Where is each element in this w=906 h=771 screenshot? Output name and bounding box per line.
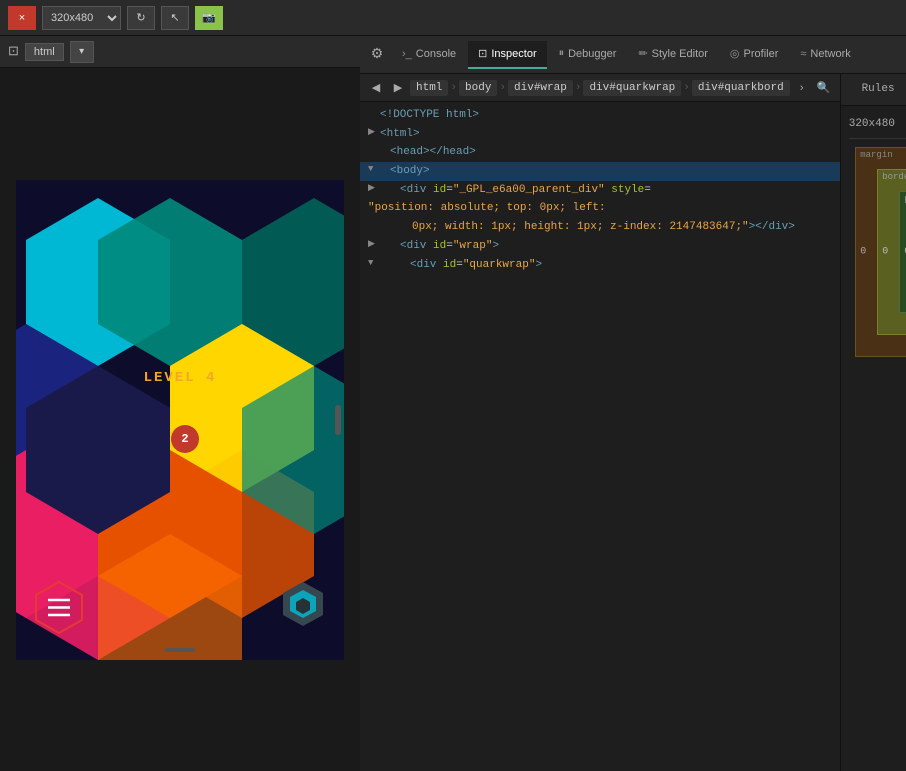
breadcrumb-search[interactable]: 🔍 [814,78,834,98]
margin-label: margin [860,150,892,160]
tab-console[interactable]: ›_ Console [392,41,466,69]
profiler-icon: ◎ [730,47,740,60]
arrow-gpl-cont [368,218,380,233]
boxmodel-visual: 0 0 0 0 margin border 0 0 0 0 [855,147,906,357]
tab-style-editor[interactable]: ✏ Style Editor [628,41,717,69]
logo-hex [281,580,326,635]
element-info: 320x480 static [849,114,906,139]
source-line-head[interactable]: <head></head> [360,143,840,162]
debugger-icon: ⏸ [559,47,565,60]
source-scroll-wrap[interactable]: <!DOCTYPE html> ▶ <html> <head></head> [360,102,840,771]
tab-profiler[interactable]: ◎ Profiler [720,41,788,69]
devtools-area: ⚙ ›_ Console ⊡ Inspector ⏸ Debugger ✏ St… [360,36,906,771]
game-canvas: LEVEL 4 2 [16,180,344,660]
preview-panel: ⊡ html ▾ [0,36,360,771]
breadcrumb-quarkwrap[interactable]: div#quarkwrap [583,80,681,96]
devtools-tabs: ⚙ ›_ Console ⊡ Inspector ⏸ Debugger ✏ St… [360,36,906,74]
right-sidebar: Rules Computed Fonts Box Model [840,74,906,771]
arrow-quarkwrap: ▼ [368,256,380,271]
breadcrumb-more[interactable]: › [792,78,812,98]
menu-hex[interactable] [34,580,84,630]
breadcrumb-sep-2: › [499,82,506,94]
breadcrumb-sep-1: › [450,82,457,94]
bottom-scroll [165,648,195,652]
margin-left-value: 0 [860,247,866,258]
tab-debugger[interactable]: ⏸ Debugger [549,41,627,69]
sub-tab-rules[interactable]: Rules [841,74,906,105]
html-dropdown[interactable]: ▾ [70,41,94,63]
tab-network[interactable]: ≈ Network [790,41,860,69]
level-text: LEVEL 4 [144,370,217,386]
source-line-quarkwrap[interactable]: ▼ <div id="quarkwrap" > [360,256,840,275]
arrow-html: ▶ [368,125,380,140]
border-left-value: 0 [882,247,888,258]
arrow-head [368,143,380,158]
html-source-panel: ◀ ▶ html › body › div#wrap › div#quarkwr… [360,74,840,771]
preview-toolbar: ⊡ html ▾ [0,36,360,68]
element-size: 320x480 [849,118,895,130]
resize-handle[interactable] [335,405,341,435]
pointer-button[interactable]: ↖ [161,6,189,30]
network-icon: ≈ [800,48,806,60]
style-editor-icon: ✏ [638,47,647,60]
breadcrumb-back[interactable]: ◀ [366,78,386,98]
level-badge: 2 [171,425,199,453]
devtools-bottom: ◀ ▶ html › body › div#wrap › div#quarkwr… [360,74,906,771]
html-source: <!DOCTYPE html> ▶ <html> <head></head> [360,102,840,278]
sub-tabs: Rules Computed Fonts Box Model [841,74,906,106]
top-toolbar: × 320x480 640x960 1024x768 ↻ ↖ 📷 [0,0,906,36]
box-model-display: 320x480 static 0 0 0 0 margin [841,106,906,771]
source-line-gpl-div-cont[interactable]: 0px; width: 1px; height: 1px; z-index: 2… [360,218,840,237]
arrow-doctype [368,106,380,121]
rotate-button[interactable]: ↻ [127,6,155,30]
breadcrumb-sep-4: › [683,82,690,94]
html-button[interactable]: html [25,43,64,61]
breadcrumb-wrap[interactable]: div#wrap [508,80,573,96]
breadcrumb-body[interactable]: body [459,80,497,96]
resolution-select[interactable]: 320x480 640x960 1024x768 [42,6,121,30]
source-line-body[interactable]: ▼ <body> [360,162,840,181]
console-icon: ›_ [402,48,412,60]
source-line-html[interactable]: ▶ <html> [360,125,840,144]
arrow-wrap: ▶ [368,237,380,252]
source-line-wrap[interactable]: ▶ <div id="wrap" > [360,237,840,256]
tab-inspector[interactable]: ⊡ Inspector [468,41,546,69]
source-line-gpl-div[interactable]: ▶ <div id="_GPL_e6a00_parent_div" style=… [360,181,840,218]
source-line-doctype[interactable]: <!DOCTYPE html> [360,106,840,125]
breadcrumb-bar: ◀ ▶ html › body › div#wrap › div#quarkwr… [360,74,840,102]
border-label: border [882,172,906,182]
preview-cursor-icon: ⊡ [8,44,19,59]
close-button[interactable]: × [8,6,36,30]
game-preview: LEVEL 4 2 [0,68,360,771]
breadcrumb-html[interactable]: html [410,80,448,96]
breadcrumb-sep-3: › [575,82,582,94]
arrow-body: ▼ [368,162,380,177]
camera-button[interactable]: 📷 [195,6,223,30]
breadcrumb-quarkbord[interactable]: div#quarkbord [692,80,790,96]
main-content: ⊡ html ▾ [0,36,906,771]
arrow-gpl: ▶ [368,181,380,196]
breadcrumb-forward[interactable]: ▶ [388,78,408,98]
settings-icon[interactable]: ⚙ [364,42,390,68]
padding-box: padding 0 0 0 0 [899,191,906,313]
inspector-icon: ⊡ [478,47,487,60]
